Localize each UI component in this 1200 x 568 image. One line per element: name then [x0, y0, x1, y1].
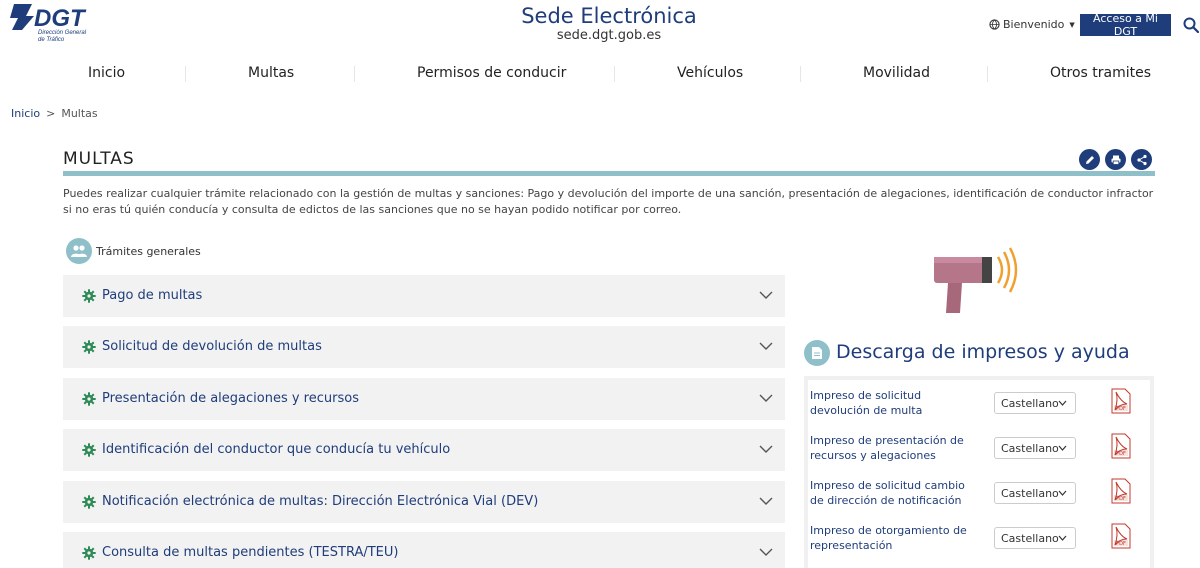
gear-icon	[82, 340, 96, 354]
language-select[interactable]: Castellano	[994, 392, 1076, 414]
document-icon	[804, 340, 830, 366]
accordion-item[interactable]: Presentación de alegaciones y recursos	[63, 378, 785, 420]
edit-button[interactable]	[1079, 149, 1100, 170]
nav-divider	[987, 66, 988, 82]
nav-item-multas[interactable]: Multas	[248, 58, 294, 88]
breadcrumb-separator: >	[46, 107, 56, 120]
nav-divider	[614, 66, 615, 82]
language-select-value: Castellano	[1001, 486, 1059, 500]
breadcrumb-home-link[interactable]: Inicio	[11, 107, 40, 120]
radar-gun-illustration	[934, 247, 1018, 313]
download-label[interactable]: Impreso de presentación de recursos y al…	[810, 433, 980, 463]
language-select[interactable]: Castellano	[994, 482, 1076, 504]
search-icon[interactable]	[1183, 17, 1199, 33]
header: DGT Dirección General de Tráfico Sede El…	[0, 0, 1200, 50]
accordion-label: Identificación del conductor que conducí…	[102, 442, 451, 457]
page-title: MULTAS	[63, 149, 135, 169]
chevron-down-icon	[759, 342, 773, 350]
accordion-item[interactable]: Solicitud de devolución de multas	[63, 326, 785, 368]
svg-text:PDF: PDF	[1116, 451, 1126, 457]
pdf-icon[interactable]: PDF	[1110, 433, 1132, 459]
nav-item-inicio[interactable]: Inicio	[88, 58, 125, 88]
gear-icon	[82, 443, 96, 457]
language-select[interactable]: Castellano	[994, 527, 1076, 549]
title-underline	[63, 171, 1155, 176]
chevron-down-icon	[759, 548, 773, 556]
share-icon	[1136, 154, 1147, 165]
accordion-label: Pago de multas	[102, 288, 203, 303]
chevron-down-icon	[759, 394, 773, 402]
welcome-menu[interactable]: Bienvenido ▼	[989, 18, 1075, 31]
nav-item-movilidad[interactable]: Movilidad	[863, 58, 930, 88]
gear-icon	[82, 546, 96, 560]
section-label-tramites: Trámites generales	[96, 245, 201, 258]
nav-divider	[800, 66, 801, 82]
downloads-title: Descarga de impresos y ayuda	[836, 341, 1130, 363]
language-select-value: Castellano	[1001, 531, 1059, 545]
language-select-value: Castellano	[1001, 441, 1059, 455]
pdf-icon[interactable]: PDF	[1110, 523, 1132, 549]
globe-icon	[989, 19, 1000, 30]
pdf-icon[interactable]: PDF	[1110, 388, 1132, 414]
nav-divider	[185, 66, 186, 82]
download-label[interactable]: Impreso de solicitud devolución de multa	[810, 388, 980, 418]
svg-text:PDF: PDF	[1116, 541, 1126, 547]
breadcrumb-current: Multas	[61, 107, 98, 120]
nav-divider	[354, 66, 355, 82]
chevron-down-icon	[759, 497, 773, 505]
accordion-item[interactable]: Consulta de multas pendientes (TESTRA/TE…	[63, 532, 785, 568]
breadcrumb: Inicio > Multas	[11, 107, 98, 120]
accordion-label: Presentación de alegaciones y recursos	[102, 391, 359, 406]
accordion-item[interactable]: Identificación del conductor que conducí…	[63, 429, 785, 471]
accordion-label: Consulta de multas pendientes (TESTRA/TE…	[102, 545, 399, 560]
pdf-icon[interactable]: PDF	[1110, 478, 1132, 504]
caret-down-icon: ▼	[1069, 20, 1075, 29]
accordion-item[interactable]: Pago de multas	[63, 275, 785, 317]
chevron-down-icon	[1058, 400, 1067, 406]
nav-item-otros-tramites[interactable]: Otros tramites	[1050, 58, 1151, 88]
intro-text: Puedes realizar cualquier trámite relaci…	[63, 187, 1154, 216]
gear-icon	[82, 495, 96, 509]
chevron-down-icon	[759, 445, 773, 453]
svg-text:PDF: PDF	[1116, 406, 1126, 412]
svg-text:PDF: PDF	[1116, 496, 1126, 502]
accordion-item[interactable]: Notificación electrónica de multas: Dire…	[63, 481, 785, 523]
mi-dgt-button[interactable]: Acceso a Mi DGT	[1080, 12, 1171, 38]
chevron-down-icon	[1058, 535, 1067, 541]
pencil-icon	[1085, 155, 1094, 164]
language-select[interactable]: Castellano	[994, 437, 1076, 459]
nav-item-permisos[interactable]: Permisos de conducir	[417, 58, 566, 88]
chevron-down-icon	[759, 291, 773, 299]
print-icon	[1111, 155, 1120, 165]
download-label[interactable]: Impreso de solicitud cambio de dirección…	[810, 478, 980, 508]
nav-item-vehiculos[interactable]: Vehículos	[677, 58, 743, 88]
download-label[interactable]: Impreso de otorgamiento de representació…	[810, 523, 980, 553]
chevron-down-icon	[1058, 445, 1067, 451]
main-nav: Inicio Multas Permisos de conducir Vehíc…	[30, 58, 1200, 88]
chevron-down-icon	[1058, 490, 1067, 496]
people-icon	[66, 238, 92, 264]
accordion-label: Solicitud de devolución de multas	[102, 339, 322, 354]
language-select-value: Castellano	[1001, 396, 1059, 410]
accordion-label: Notificación electrónica de multas: Dire…	[102, 494, 539, 509]
gear-icon	[82, 289, 96, 303]
print-button[interactable]	[1105, 149, 1126, 170]
gear-icon	[82, 392, 96, 406]
share-button[interactable]	[1131, 149, 1152, 170]
welcome-label: Bienvenido	[1003, 18, 1065, 31]
